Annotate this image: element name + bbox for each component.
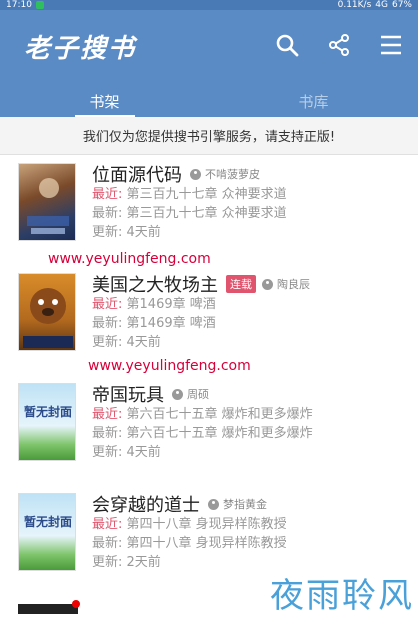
search-button[interactable] (272, 30, 302, 60)
status-network: 0.11K/s (337, 0, 372, 10)
list-item[interactable]: 暂无封面 帝国玩具 周硕 最近: 第六百七十五章 爆炸和更多爆炸 最新: 第六百… (0, 379, 418, 489)
user-icon (208, 498, 219, 510)
book-cover: 暂无封面 (18, 383, 76, 461)
latest-chapter: 最近: 第四十八章 身现异样陈教授 (92, 517, 287, 532)
notice-banner: 我们仅为您提供搜书引擎服务，请支持正版! (0, 117, 418, 155)
book-info: 帝国玩具 周硕 最近: 第六百七十五章 爆炸和更多爆炸 最新: 第六百七十五章 … (92, 383, 313, 462)
share-icon (329, 34, 349, 56)
book-title: 位面源代码 (92, 165, 182, 186)
cover-art (23, 288, 73, 348)
watermark-text: www.yeyulingfeng.com (88, 358, 251, 374)
book-author: 梦指黄金 (208, 496, 267, 512)
search-icon (276, 34, 299, 57)
tab-bookshelf[interactable]: 书架 (0, 85, 209, 117)
menu-icon (381, 35, 401, 55)
notification-icon (35, 1, 44, 9)
book-title: 帝国玩具 (92, 385, 164, 406)
book-cover: 暂无封面 (18, 493, 76, 571)
app-bar: 老子搜书 (0, 10, 418, 85)
tab-bar: 书架 书库 (0, 85, 418, 117)
latest-chapter: 最近: 第六百七十五章 爆炸和更多爆炸 (92, 407, 313, 422)
book-info: 会穿越的道士 梦指黄金 最近: 第四十八章 身现异样陈教授 最新: 第四十八章 … (92, 493, 287, 572)
book-title: 会穿越的道士 (92, 495, 200, 516)
latest-chapter: 最近: 第1469章 啤酒 (92, 297, 216, 312)
menu-button[interactable] (376, 30, 406, 60)
newest-chapter: 最新: 第六百七十五章 爆炸和更多爆炸 (92, 426, 313, 441)
book-author: 周硕 (172, 386, 209, 402)
book-title: 美国之大牧场主 (92, 275, 218, 296)
newest-chapter: 最新: 第1469章 啤酒 (92, 316, 216, 331)
status-time: 17:10 (6, 0, 32, 10)
cover-placeholder: 暂无封面 (23, 405, 72, 419)
tab-label: 书架 (89, 92, 120, 111)
user-icon (172, 388, 183, 400)
book-cover (18, 163, 76, 241)
newest-chapter: 最新: 第四十八章 身现异样陈教授 (92, 536, 287, 551)
update-time: 更新: 4天前 (92, 335, 161, 350)
book-author: 陶良辰 (262, 276, 310, 292)
user-icon (190, 168, 201, 180)
book-cover (18, 273, 76, 351)
notification-dot (72, 600, 80, 608)
book-author: 不啃菠萝皮 (190, 166, 260, 182)
tab-library[interactable]: 书库 (209, 85, 418, 117)
status-bar: 17:10 0.11K/s 4G 67% (0, 0, 418, 10)
status-battery: 67% (391, 0, 412, 10)
next-item-cover-partial (18, 604, 78, 614)
newest-chapter: 最新: 第三百九十七章 众神要求道 (92, 206, 287, 221)
user-icon (262, 278, 273, 290)
book-info: 位面源代码 不啃菠萝皮 最近: 第三百九十七章 众神要求道 最新: 第三百九十七… (92, 163, 287, 242)
book-info: 美国之大牧场主 连载 陶良辰 最近: 第1469章 啤酒 最新: 第1469章 … (92, 273, 310, 352)
share-button[interactable] (324, 30, 354, 60)
update-time: 更新: 4天前 (92, 225, 161, 240)
cover-placeholder: 暂无封面 (23, 515, 72, 529)
cover-art (27, 178, 69, 234)
tab-label: 书库 (298, 92, 329, 111)
update-time: 更新: 2天前 (92, 555, 161, 570)
update-time: 更新: 4天前 (92, 445, 161, 460)
status-signal: 4G (375, 0, 388, 10)
status-badge: 连载 (226, 275, 256, 293)
watermark-text: www.yeyulingfeng.com (48, 251, 211, 267)
brand-watermark: 夜雨聆风 (270, 576, 414, 616)
latest-chapter: 最近: 第三百九十七章 众神要求道 (92, 187, 287, 202)
app-title: 老子搜书 (24, 34, 137, 64)
